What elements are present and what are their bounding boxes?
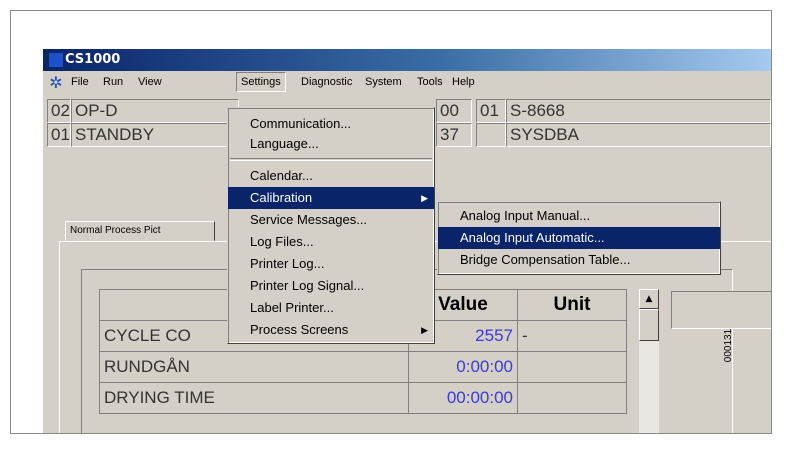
unit-cell: - [517,320,627,352]
param-cell: RUNDGÅN [99,351,409,383]
menu-system[interactable]: System [361,75,406,89]
status-field: 37 [436,123,472,147]
menu-file[interactable]: File [67,75,93,89]
menu-settings[interactable]: Settings [236,72,286,92]
tab-normal-process[interactable]: Normal Process Pict [65,221,215,241]
status-field: S-8668 [506,99,771,123]
status-field: SYSDBA [506,123,771,147]
status-field: 01 [476,99,506,123]
status-field [476,123,506,147]
menu-item-printer-log-signal[interactable]: Printer Log Signal... [228,275,434,297]
scroll-thumb[interactable] [639,309,659,341]
status-field: 00 [436,99,472,123]
menu-item-calibration[interactable]: Calibration ▶ [228,187,434,209]
menu-item-label: Calibration [250,190,313,205]
menu-item-process-screens[interactable]: Process Screens ▶ [228,319,434,341]
menu-item-service-messages[interactable]: Service Messages... [228,209,434,231]
unit-cell [517,382,627,414]
menu-item-calendar[interactable]: Calendar... [228,165,434,187]
menu-item-log-files[interactable]: Log Files... [228,231,434,253]
value-cell: 0:00:00 [408,351,518,383]
menu-help[interactable]: Help [448,75,479,89]
status-field: OP-D [71,99,239,123]
app-icon [49,53,63,67]
menu-view[interactable]: View [134,75,166,89]
settings-menu: Communication... Language... Calendar...… [227,107,435,344]
menu-run[interactable]: Run [99,75,127,89]
title-bar: CS1000 [43,49,771,71]
param-cell: DRYING TIME [99,382,409,414]
submenu-arrow-icon: ▶ [421,193,428,203]
status-field: 01 [47,123,71,147]
value-cell: 00:00:00 [408,382,518,414]
menu-diagnostic[interactable]: Diagnostic [297,75,356,89]
scroll-up-icon[interactable]: ▲ [639,289,659,309]
menu-item-communication[interactable]: Communication... [228,114,434,134]
table-row[interactable]: RUNDGÅN 0:00:00 [99,351,627,383]
side-panel-box [671,291,771,329]
table-row[interactable]: DRYING TIME 00:00:00 [99,382,627,414]
status-field: 02 [47,99,71,123]
menu-item-label: Process Screens [250,322,349,337]
status-field: STANDBY [71,123,239,147]
submenu-arrow-icon: ▶ [421,325,428,335]
figure-frame: CS1000 ✲ File Run View Settings Diagnost… [10,10,772,434]
menu-separator [230,158,432,161]
menu-tools[interactable]: Tools [413,75,447,89]
column-header-unit: Unit [517,289,627,321]
menu-item-bridge-compensation-table[interactable]: Bridge Compensation Table... [438,249,720,271]
gear-icon[interactable]: ✲ [47,74,65,92]
figure-code-text: 000131 [723,328,735,363]
window-title: CS1000 [65,52,121,67]
menu-item-analog-input-automatic[interactable]: Analog Input Automatic... [438,227,720,249]
menu-item-label-printer[interactable]: Label Printer... [228,297,434,319]
vertical-scrollbar[interactable]: ▲ [639,289,659,433]
menu-item-printer-log[interactable]: Printer Log... [228,253,434,275]
figure-code: 000131 [723,280,790,440]
unit-cell [517,351,627,383]
calibration-submenu: Analog Input Manual... Analog Input Auto… [437,201,721,275]
menu-item-analog-input-manual[interactable]: Analog Input Manual... [438,205,720,227]
menu-item-language[interactable]: Language... [228,134,434,154]
menu-bar: ✲ File Run View Settings Diagnostic Syst… [43,71,771,95]
